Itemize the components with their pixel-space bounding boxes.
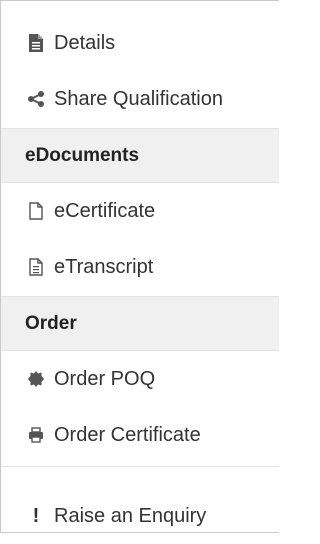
section-header-edocuments: eDocuments (1, 128, 279, 183)
text-document-icon (28, 257, 44, 277)
menu-item-etranscript[interactable]: eTranscript (1, 239, 279, 295)
menu-item-label: eTranscript (54, 255, 154, 278)
menu-item-label: Share Qualification (54, 87, 223, 110)
menu-item-raise-enquiry[interactable]: ! Raise an Enquiry (1, 488, 279, 544)
share-icon (28, 89, 44, 109)
menu-item-share-qualification[interactable]: Share Qualification (1, 71, 279, 127)
menu-item-order-poq[interactable]: Order POQ (1, 351, 279, 407)
menu-item-label: Raise an Enquiry (54, 504, 207, 527)
blank-document-icon (28, 201, 44, 221)
menu-item-label: Details (54, 31, 116, 54)
side-menu: Details Share Qualification eDocuments e… (0, 0, 279, 533)
menu-item-label: eCertificate (54, 199, 156, 222)
menu-item-label: Order Certificate (54, 423, 201, 446)
menu-item-ecertificate[interactable]: eCertificate (1, 183, 279, 239)
badge-icon (28, 369, 44, 389)
section-title: eDocuments (25, 144, 140, 166)
exclamation-icon: ! (32, 504, 40, 527)
menu-item-details[interactable]: Details (1, 15, 279, 71)
menu-divider (1, 466, 279, 467)
section-header-order: Order (1, 296, 279, 351)
menu-item-order-certificate[interactable]: Order Certificate (1, 407, 279, 463)
section-title: Order (25, 312, 77, 334)
printer-icon (28, 425, 44, 445)
menu-item-label: Order POQ (54, 367, 156, 390)
document-icon (28, 33, 44, 53)
